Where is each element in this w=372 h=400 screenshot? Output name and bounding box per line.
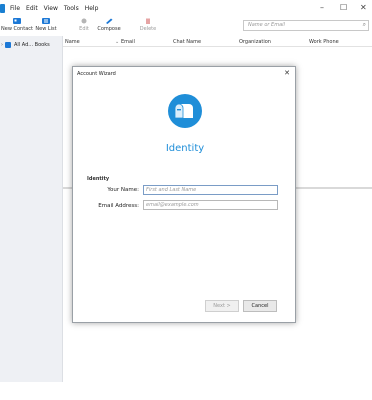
compose-label: Compose (97, 26, 121, 32)
account-wizard-dialog: Account Wizard ✕ Identity Identity Your … (72, 66, 296, 323)
new-contact-icon (13, 18, 21, 24)
contact-list-header: Name ⌄ Email Chat Name Organization Work… (63, 36, 372, 47)
address-book-window: File Edit View Tools Help – ☐ ✕ New Cont… (0, 0, 372, 400)
pencil-icon (106, 18, 113, 24)
menu-bar: File Edit View Tools Help (0, 0, 372, 16)
next-button[interactable]: Next > (205, 300, 239, 312)
edit-label: Edit (79, 26, 89, 32)
edit-button[interactable]: Edit (75, 18, 93, 32)
compose-button[interactable]: Compose (96, 18, 122, 32)
your-name-placeholder: First and Last Name (146, 187, 197, 193)
menu-help[interactable]: Help (85, 5, 99, 12)
new-contact-button[interactable]: New Contact (1, 18, 33, 32)
dialog-heading: Identity (165, 143, 205, 154)
email-address-placeholder: email@example.com (146, 202, 199, 208)
sidebar-item-label: All Ad... Books (14, 42, 50, 48)
edit-icon (81, 18, 87, 24)
search-placeholder: Name or Email (248, 22, 285, 28)
delete-button[interactable]: Delete (138, 18, 158, 32)
trash-icon (146, 18, 150, 24)
dialog-title: Account Wizard (77, 71, 116, 77)
minimize-button[interactable]: – (320, 3, 324, 12)
column-chat-name[interactable]: Chat Name (173, 39, 201, 45)
new-contact-label: New Contact (1, 26, 33, 32)
menu-tools[interactable]: Tools (64, 5, 79, 12)
new-list-button[interactable]: New List (34, 18, 58, 32)
address-book-list: › All Ad... Books (0, 36, 63, 382)
close-button[interactable]: ✕ (360, 3, 367, 12)
menu-file[interactable]: File (10, 5, 20, 12)
email-address-field[interactable]: email@example.com (143, 200, 278, 210)
column-name[interactable]: Name (65, 39, 80, 45)
column-organization[interactable]: Organization (239, 39, 271, 45)
sort-arrow-icon: ⌄ (115, 39, 120, 45)
your-name-label: Your Name: (107, 187, 139, 193)
column-email[interactable]: Email (121, 39, 135, 45)
new-list-icon (42, 18, 50, 24)
chevron-right-icon[interactable]: › (1, 42, 3, 48)
delete-label: Delete (139, 26, 157, 32)
email-address-label: Email Address: (98, 203, 139, 209)
your-name-field[interactable]: First and Last Name (143, 185, 278, 195)
maximize-button[interactable]: ☐ (340, 3, 347, 12)
section-label: Identity (87, 176, 110, 182)
search-icon: ⌕ (362, 21, 366, 28)
address-book-icon (5, 42, 11, 48)
menu-view[interactable]: View (44, 5, 58, 12)
search-input[interactable]: Name or Email ⌕ (243, 20, 369, 31)
app-icon (0, 3, 5, 13)
mailbox-logo-icon (168, 94, 202, 128)
menu-edit[interactable]: Edit (26, 5, 38, 12)
cancel-button[interactable]: Cancel (243, 300, 277, 312)
new-list-label: New List (35, 26, 57, 32)
sidebar-item-all-address-books[interactable]: › All Ad... Books (1, 42, 50, 48)
dialog-close-button[interactable]: ✕ (284, 69, 290, 77)
column-work-phone[interactable]: Work Phone (309, 39, 339, 45)
